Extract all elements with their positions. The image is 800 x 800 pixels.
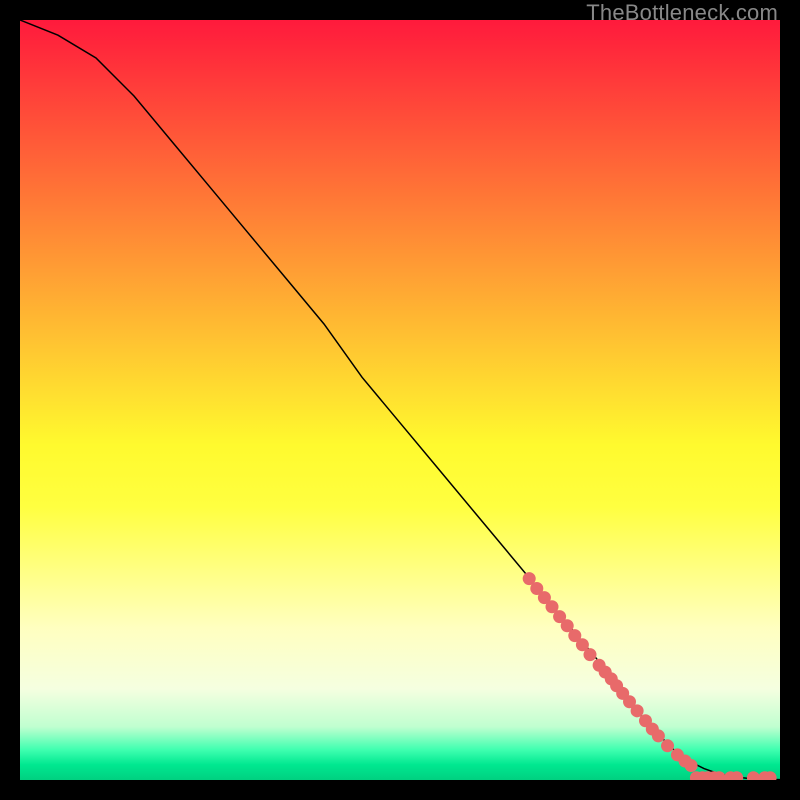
chart-background — [20, 20, 780, 780]
attribution-label: TheBottleneck.com — [586, 0, 778, 26]
